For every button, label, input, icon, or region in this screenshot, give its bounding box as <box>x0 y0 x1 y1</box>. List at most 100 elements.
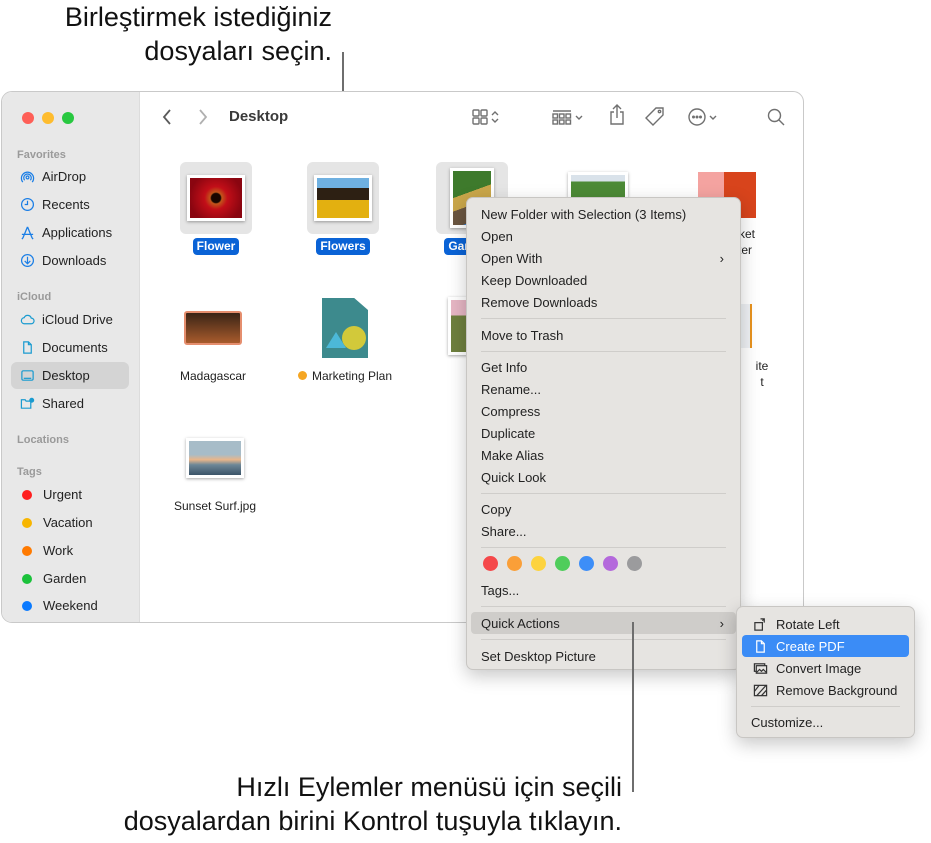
airdrop-icon <box>19 169 35 185</box>
menu-item-remove-downloads[interactable]: Remove Downloads <box>471 291 736 313</box>
tag-blue-button[interactable] <box>579 556 594 571</box>
document-icon <box>19 340 35 356</box>
menu-item-rename[interactable]: Rename... <box>471 378 736 400</box>
file-item-sunset-surf[interactable]: Sunset Surf.jpg <box>155 422 275 515</box>
menu-item-quick-actions[interactable]: Quick Actions › <box>471 612 736 634</box>
tag-red-button[interactable] <box>483 556 498 571</box>
menu-item-set-desktop-picture[interactable]: Set Desktop Picture <box>471 645 736 667</box>
file-item-madagascar[interactable]: Madagascar <box>153 292 273 385</box>
sidebar-item-icloud-drive[interactable]: iCloud Drive <box>11 306 129 333</box>
submenu-item-customize[interactable]: Customize... <box>742 711 909 733</box>
menu-item-compress[interactable]: Compress <box>471 400 736 422</box>
tag-gray-button[interactable] <box>627 556 642 571</box>
back-icon <box>162 109 171 125</box>
menu-item-duplicate[interactable]: Duplicate <box>471 422 736 444</box>
sidebar-item-desktop[interactable]: Desktop <box>11 362 129 389</box>
tag-color-dot <box>22 489 32 500</box>
view-mode-button[interactable] <box>471 106 501 128</box>
sidebar-item-label: Urgent <box>43 487 83 502</box>
submenu-item-remove-background[interactable]: Remove Background <box>742 679 909 701</box>
menu-item-open[interactable]: Open <box>471 225 736 247</box>
search-button[interactable] <box>766 106 786 128</box>
chevron-right-icon: › <box>719 615 724 631</box>
menu-item-open-with[interactable]: Open With › <box>471 247 736 269</box>
menu-item-keep-downloaded[interactable]: Keep Downloaded <box>471 269 736 291</box>
tag-color-dot <box>22 573 32 584</box>
tag-purple-button[interactable] <box>603 556 618 571</box>
tag-button[interactable] <box>644 106 666 128</box>
sidebar-tag-vacation[interactable]: Vacation <box>11 509 129 536</box>
sidebar-section-favorites: Favorites <box>17 149 66 161</box>
minimize-button[interactable] <box>42 112 54 124</box>
forward-button[interactable] <box>197 106 209 128</box>
chevron-down-icon <box>575 115 583 120</box>
menu-item-copy[interactable]: Copy <box>471 498 736 520</box>
sidebar-item-label: iCloud Drive <box>42 312 113 327</box>
sidebar-tag-urgent[interactable]: Urgent <box>11 481 129 508</box>
file-name: Madagascar <box>179 369 247 383</box>
sidebar-item-label: Recents <box>42 197 90 212</box>
shared-folder-icon <box>19 396 35 412</box>
file-item-landscape[interactable] <box>538 172 658 200</box>
window-title: Desktop <box>229 108 289 125</box>
remove-background-icon <box>752 682 768 698</box>
menu-item-make-alias[interactable]: Make Alias <box>471 444 736 466</box>
submenu-item-rotate-left[interactable]: Rotate Left <box>742 613 909 635</box>
tag-green-button[interactable] <box>555 556 570 571</box>
sidebar-item-applications[interactable]: Applications <box>11 219 129 246</box>
menu-item-get-info[interactable]: Get Info <box>471 356 736 378</box>
menu-item-new-folder-with-selection[interactable]: New Folder with Selection (3 Items) <box>471 203 736 225</box>
sidebar: Favorites AirDrop Recents Applications D… <box>2 92 140 622</box>
tag-orange-button[interactable] <box>507 556 522 571</box>
convert-image-icon <box>752 660 768 676</box>
window-controls <box>22 112 74 124</box>
file-thumbnail <box>307 162 379 234</box>
sidebar-item-downloads[interactable]: Downloads <box>11 247 129 274</box>
menu-item-share[interactable]: Share... <box>471 520 736 542</box>
menu-item-quick-look[interactable]: Quick Look <box>471 466 736 488</box>
sidebar-item-label: AirDrop <box>42 169 87 184</box>
download-icon <box>19 253 35 269</box>
forward-icon <box>199 109 208 125</box>
back-button[interactable] <box>161 106 173 128</box>
submenu-item-create-pdf[interactable]: Create PDF <box>742 635 909 657</box>
more-icon <box>688 108 706 126</box>
share-button[interactable] <box>608 104 626 126</box>
zoom-button[interactable] <box>62 112 74 124</box>
menu-separator <box>481 351 726 352</box>
file-item-flowers[interactable]: Flowers <box>283 162 403 255</box>
tag-color-row <box>483 556 642 571</box>
file-thumbnail <box>309 292 381 364</box>
menu-item-tags[interactable]: Tags... <box>471 579 736 601</box>
file-item-marketing-plan[interactable]: Marketing Plan <box>285 292 405 385</box>
tag-color-dot <box>22 545 32 556</box>
close-button[interactable] <box>22 112 34 124</box>
more-actions-button[interactable] <box>687 106 719 128</box>
menu-separator <box>481 606 726 607</box>
quick-actions-submenu: Rotate Left Create PDF Convert Image Rem… <box>736 606 915 738</box>
file-item-flower[interactable]: Flower <box>156 162 276 255</box>
cloud-icon <box>19 312 35 328</box>
sidebar-tag-work[interactable]: Work <box>11 537 129 564</box>
sidebar-item-label: Work <box>43 543 74 558</box>
sidebar-item-documents[interactable]: Documents <box>11 334 129 361</box>
submenu-item-convert-image[interactable]: Convert Image <box>742 657 909 679</box>
sidebar-item-recents[interactable]: Recents <box>11 191 129 218</box>
sidebar-item-airdrop[interactable]: AirDrop <box>11 163 129 190</box>
menu-item-move-to-trash[interactable]: Move to Trash <box>471 324 736 346</box>
callout-control-click: Hızlı Eylemler menüsü için seçili dosyal… <box>40 770 622 838</box>
group-button[interactable] <box>551 106 585 128</box>
sidebar-item-label: Desktop <box>42 368 90 383</box>
sidebar-tag-weekend[interactable]: Weekend <box>11 592 129 619</box>
tag-dot-orange <box>297 371 307 380</box>
tag-icon <box>645 107 664 126</box>
menu-separator <box>751 706 900 707</box>
file-name: Marketing Plan <box>294 368 396 385</box>
sidebar-item-shared[interactable]: Shared <box>11 390 129 417</box>
sidebar-item-label: Garden <box>43 571 87 586</box>
sidebar-tag-garden[interactable]: Garden <box>11 565 129 592</box>
file-thumbnail <box>179 422 251 494</box>
tag-yellow-button[interactable] <box>531 556 546 571</box>
icon-view-icon <box>472 109 488 125</box>
callout-text: Hızlı Eylemler menüsü için seçili <box>236 772 622 802</box>
